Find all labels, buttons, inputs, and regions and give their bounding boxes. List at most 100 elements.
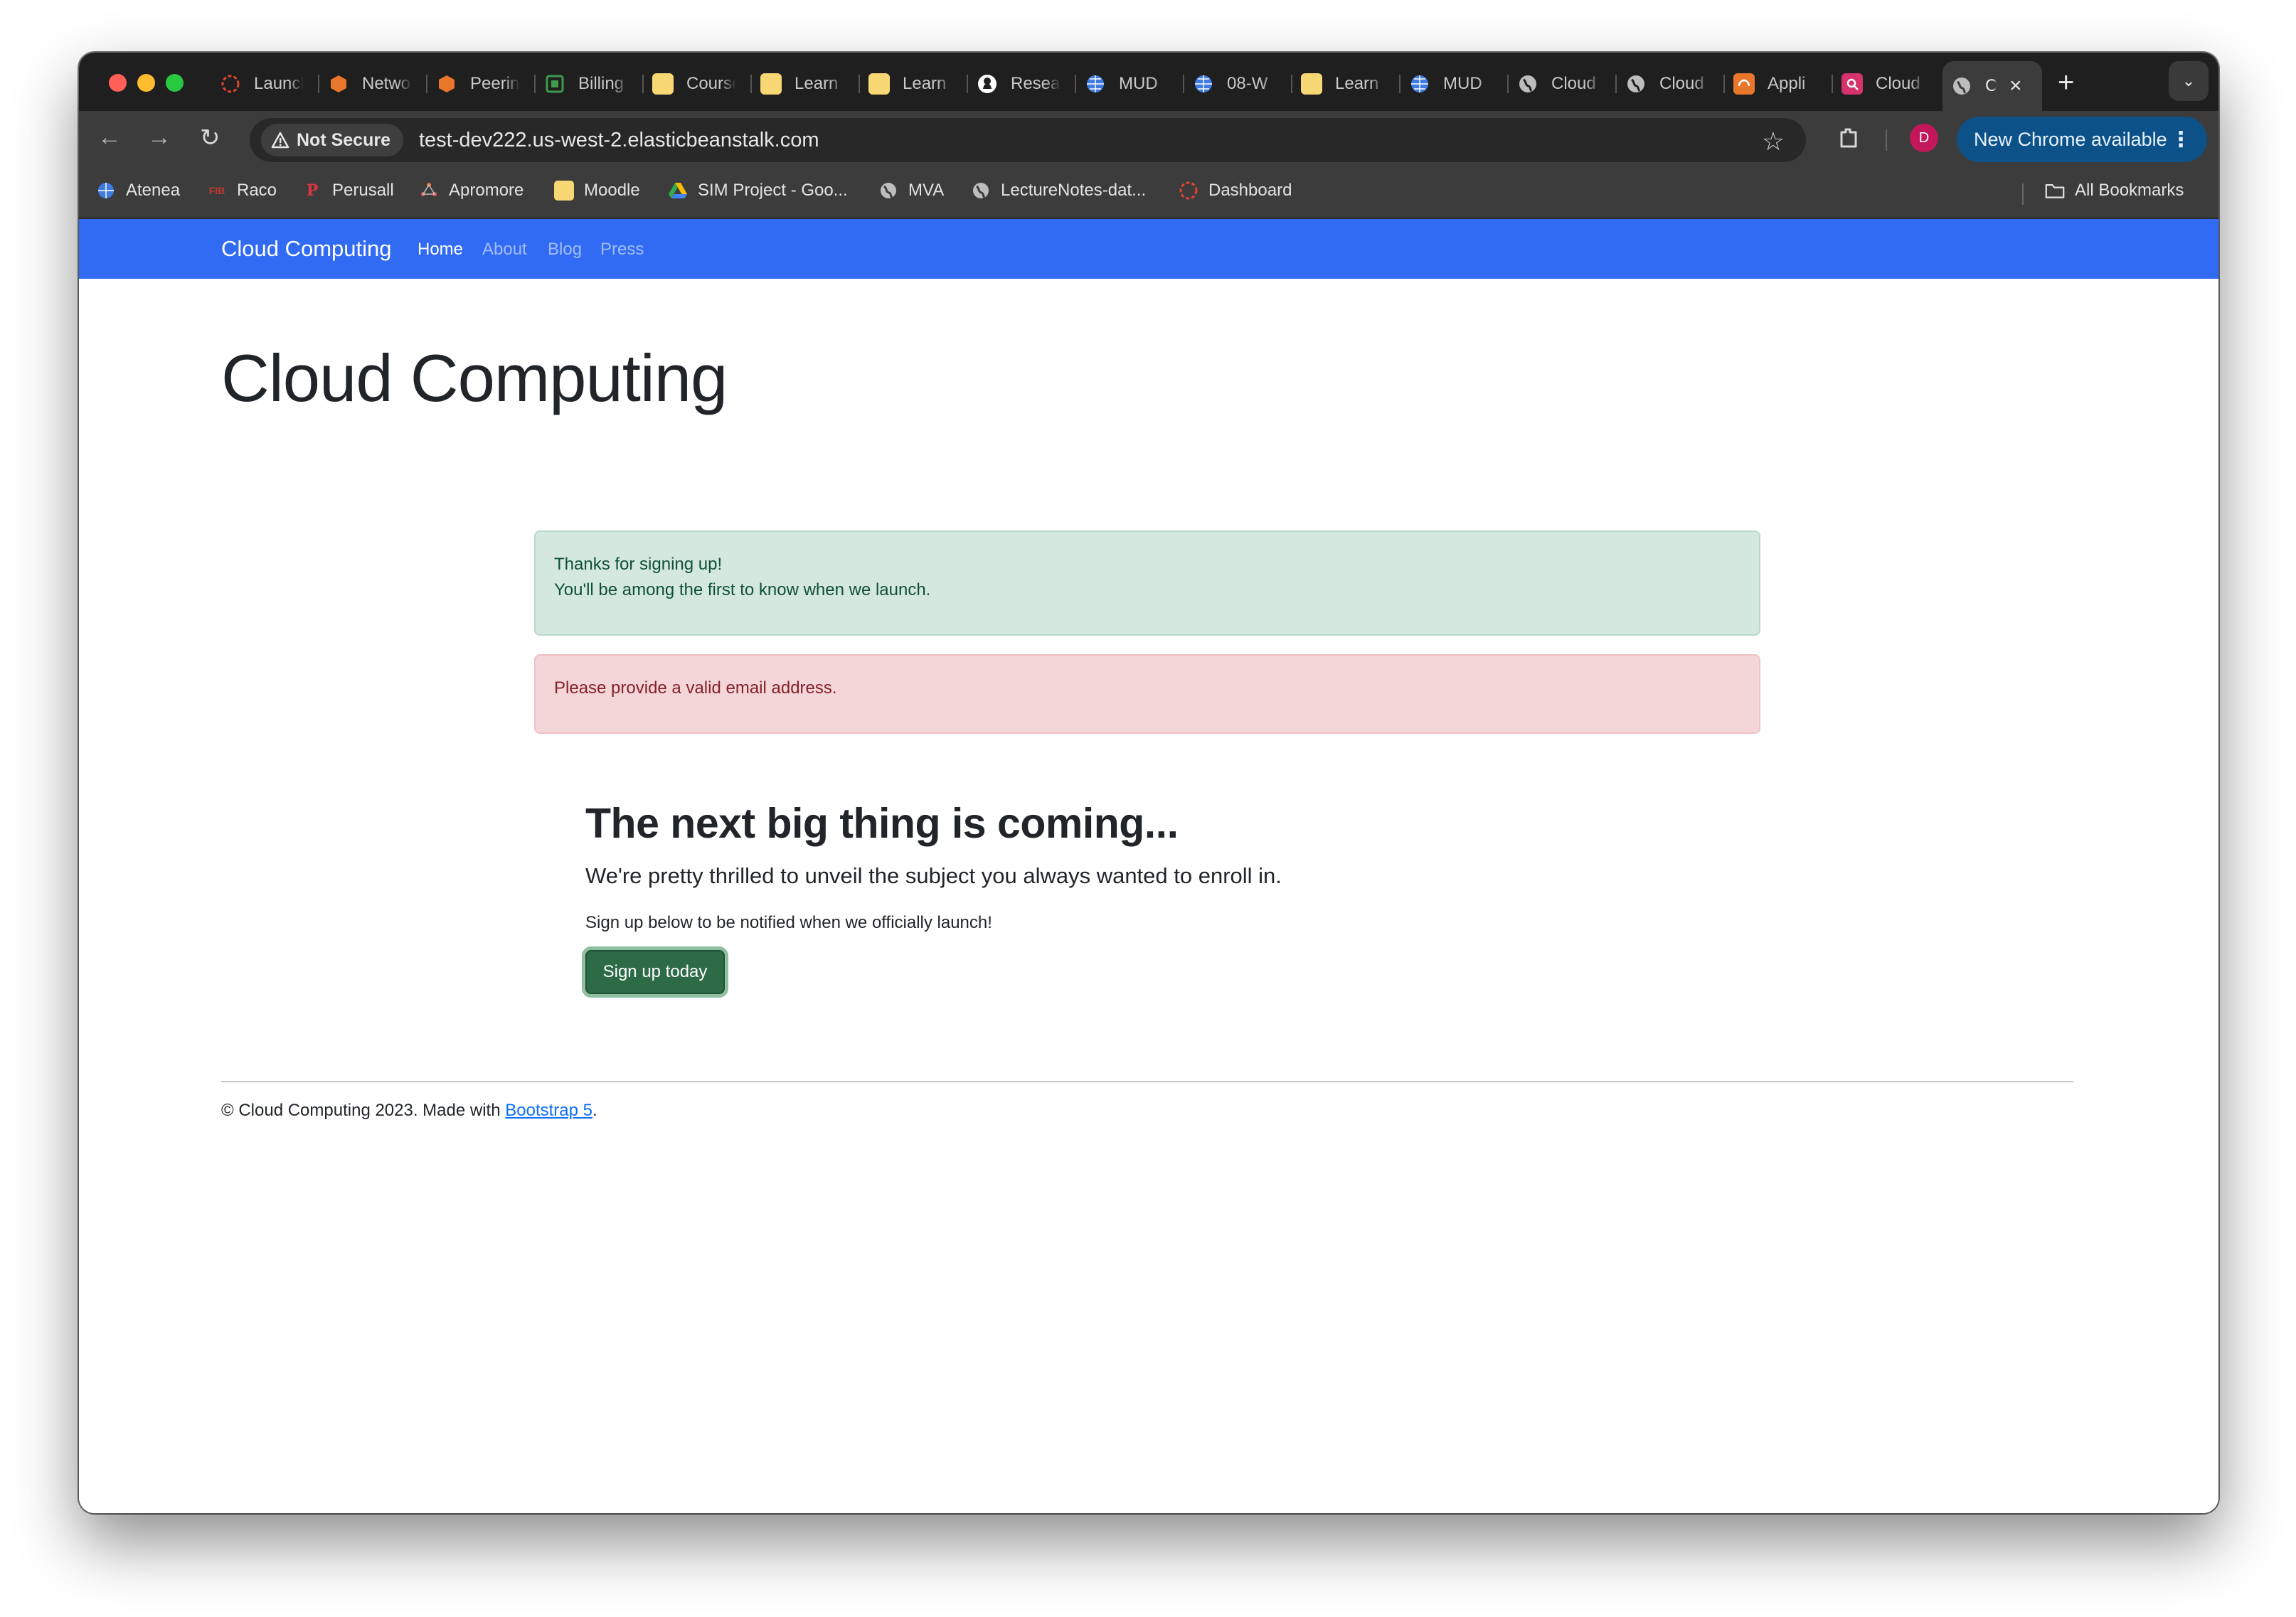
nav-link-home[interactable]: Home (418, 240, 463, 260)
github-icon (977, 73, 998, 95)
bookmark-dashboard[interactable]: Dashboard (1179, 181, 1292, 201)
nav-link-blog[interactable]: Blog (548, 240, 582, 260)
url-text[interactable]: test-dev222.us-west-2.elasticbeanstalk.c… (419, 129, 819, 152)
browser-tab[interactable]: Peering (427, 68, 536, 100)
browser-tab[interactable]: Cloud (1833, 68, 1941, 100)
toolbar-divider (1886, 129, 1887, 151)
tab-label: Course (686, 74, 736, 93)
tab-label: Learn (903, 74, 947, 93)
update-button-label: New Chrome available (1974, 128, 2167, 150)
nav-link-press[interactable]: Press (600, 240, 644, 260)
tab-label: Peering (470, 74, 520, 93)
site-navbar: Cloud Computing Home About Blog Press (79, 219, 2218, 279)
aws-box-icon (328, 73, 349, 95)
browser-tab[interactable]: 08-W (1184, 68, 1292, 100)
page-title: Cloud Computing (221, 341, 728, 415)
tab-strip: Launch Network Peering Billing Course Le… (79, 53, 2218, 111)
profile-avatar[interactable]: D (1910, 124, 1938, 152)
navbar-brand[interactable]: Cloud Computing (221, 236, 392, 262)
tab-label: Cloud (1876, 74, 1920, 93)
nav-link-about[interactable]: About (482, 240, 527, 260)
globe-icon (1625, 73, 1647, 95)
perusall-icon: P (306, 181, 319, 200)
close-tab-icon[interactable]: × (2009, 74, 2022, 98)
bookmark-lecturenotes[interactable]: LectureNotes-dat... (971, 181, 1146, 201)
browser-tab[interactable]: Cloud (1617, 68, 1725, 100)
hero-lead: We're pretty thrilled to unveil the subj… (585, 863, 1282, 888)
extensions-puzzle-icon[interactable] (1836, 125, 1861, 151)
bookmarks-divider (2022, 183, 2024, 205)
close-window-button[interactable] (109, 74, 127, 92)
zoom-window-button[interactable] (166, 74, 184, 92)
success-alert-line2: You'll be among the first to know when w… (554, 580, 931, 599)
globe-icon (1951, 75, 1972, 97)
tab-label: MUD (1119, 74, 1158, 93)
globe-grid-icon (1193, 73, 1214, 95)
back-arrow-icon[interactable]: ← (97, 124, 122, 151)
browser-tab[interactable]: Course (644, 68, 752, 100)
bookmark-raco[interactable]: FIB Raco (207, 181, 277, 201)
error-alert: Please provide a valid email address. (534, 654, 1760, 734)
browser-tab[interactable]: Learn (860, 68, 968, 100)
new-tab-plus-icon[interactable]: + (2058, 67, 2074, 99)
minimize-window-button[interactable] (137, 74, 155, 92)
aws-cloud-icon (1841, 73, 1863, 95)
not-secure-chip[interactable]: Not Secure (261, 124, 403, 156)
tab-label: Learn (1335, 74, 1379, 93)
success-alert: Thanks for signing up! You'll be among t… (534, 530, 1760, 636)
browser-tab[interactable]: Network (319, 68, 427, 100)
all-bookmarks-button[interactable]: All Bookmarks (2045, 181, 2184, 201)
billing-icon (544, 73, 565, 95)
bootstrap-link[interactable]: Bootstrap 5 (505, 1101, 592, 1120)
globe-icon (971, 181, 991, 201)
reload-icon[interactable]: ↻ (200, 124, 220, 152)
tab-label: Billing (578, 74, 625, 93)
browser-tab[interactable]: Learn (1292, 68, 1401, 100)
globe-icon (878, 181, 898, 201)
bookmark-sim-project[interactable]: SIM Project - Goo... (668, 181, 848, 201)
browser-tab[interactable]: Learn (752, 68, 860, 100)
globe-grid-icon (1409, 73, 1430, 95)
sign-up-button[interactable]: Sign up today (585, 950, 725, 994)
globe-grid-icon (1085, 73, 1106, 95)
success-alert-line1: Thanks for signing up! (554, 555, 723, 574)
more-menu-icon: ⋮ (2170, 127, 2191, 151)
warning-triangle-icon (271, 132, 289, 149)
tab-search-chevron-icon[interactable]: ⌄ (2169, 61, 2209, 101)
note-icon (1301, 73, 1322, 95)
browser-tab[interactable]: Appli (1725, 68, 1833, 100)
browser-window: Launch Network Peering Billing Course Le… (79, 53, 2218, 1513)
tab-label: 08-W (1227, 74, 1268, 93)
browser-tab[interactable]: MUD (1076, 68, 1184, 100)
tab-label: Appli (1768, 74, 1806, 93)
tab-label: Cloud (1659, 74, 1704, 93)
bookmark-perusall[interactable]: P Perusall (302, 181, 394, 201)
footer-divider (221, 1081, 2073, 1082)
new-chrome-available-button[interactable]: New Chrome available ⋮ (1957, 117, 2207, 162)
browser-tab[interactable]: Research (968, 68, 1076, 100)
aws-app-icon (1733, 73, 1755, 95)
tab-label: Network (362, 74, 412, 93)
active-browser-tab[interactable]: C × (1942, 61, 2042, 111)
browser-tab[interactable]: Cloud (1509, 68, 1617, 100)
launch-icon (220, 73, 241, 95)
bookmark-star-icon[interactable]: ☆ (1762, 127, 1785, 156)
not-secure-label: Not Secure (297, 129, 390, 150)
browser-tab[interactable]: MUD (1401, 68, 1509, 100)
bookmark-moodle[interactable]: Moodle (554, 181, 640, 201)
footer-text: © Cloud Computing 2023. Made with (221, 1101, 506, 1120)
browser-tab[interactable]: Launch (211, 68, 319, 100)
bookmark-mva[interactable]: MVA (878, 181, 944, 201)
tab-label: C (1985, 76, 1997, 95)
browser-tab[interactable]: Billing (536, 68, 644, 100)
tab-label: Learn (794, 74, 839, 93)
bookmark-apromore[interactable]: Apromore (419, 181, 523, 201)
apromore-icon (419, 181, 439, 201)
bookmarks-bar: Atenea FIB Raco P Perusall Apromore Mood… (79, 168, 2218, 219)
hero-title: The next big thing is coming... (585, 800, 1179, 847)
address-bar[interactable]: Not Secure test-dev222.us-west-2.elastic… (250, 118, 1806, 162)
forward-arrow-icon[interactable]: → (147, 124, 171, 151)
bookmark-atenea[interactable]: Atenea (96, 181, 180, 201)
tab-label: MUD (1443, 74, 1482, 93)
note-icon (554, 181, 574, 201)
